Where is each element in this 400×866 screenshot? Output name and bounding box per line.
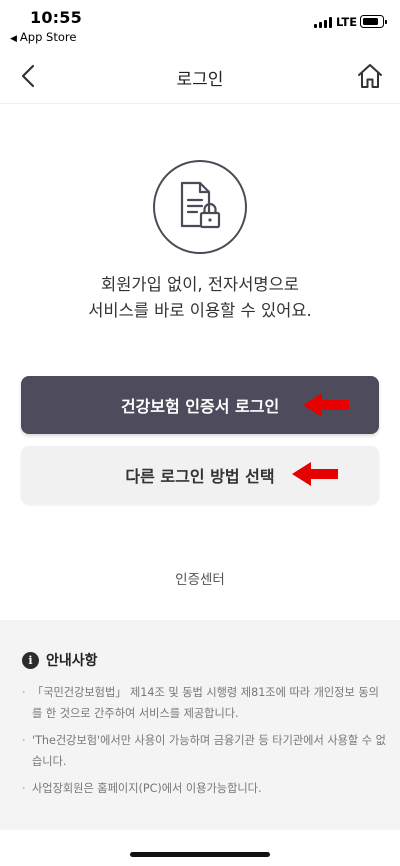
page-title: 로그인 [176, 70, 224, 90]
back-triangle-icon: ◀ [10, 34, 17, 44]
info-icon: i [22, 651, 39, 669]
home-button[interactable] [356, 62, 384, 90]
document-icon [180, 181, 221, 229]
notice-header: i 안내사항 [22, 650, 98, 670]
document-lock-icon [153, 160, 247, 254]
notice-item: 사업장회원은 홈페이지(PC)에서 이용가능합니다. [22, 778, 388, 799]
nav-header: 로그인 [0, 50, 400, 104]
battery-icon [360, 15, 387, 28]
notice-title: 안내사항 [46, 653, 98, 669]
notice-item: 'The건강보험'에서만 사용이 가능하며 금융기관 등 타기관에서 사용할 수… [22, 730, 388, 772]
red-arrow-icon [292, 462, 338, 486]
network-type: LTE [336, 15, 358, 29]
cert-center-link[interactable]: 인증센터 [0, 568, 400, 588]
home-indicator[interactable] [130, 852, 270, 857]
back-app-label: App Store [19, 30, 77, 44]
red-arrow-icon [303, 393, 349, 417]
description-line-2: 서비스를 바로 이용할 수 있어요. [88, 301, 312, 320]
status-bar: 10:55 ◀ App Store LTE [0, 0, 400, 46]
notice-section: i 안내사항 「국민건강보험법」 제14조 및 동법 시행령 제81조에 따라 … [0, 620, 400, 830]
status-time: 10:55 [30, 8, 82, 27]
notice-list: 「국민건강보험법」 제14조 및 동법 시행령 제81조에 따라 개인정보 동의… [22, 682, 388, 805]
back-to-app-store-link[interactable]: ◀ App Store [10, 30, 76, 44]
notice-item: 「국민건강보험법」 제14조 및 동법 시행령 제81조에 따라 개인정보 동의… [22, 682, 388, 724]
login-description: 회원가입 없이, 전자서명으로 서비스를 바로 이용할 수 있어요. [0, 272, 400, 324]
description-line-1: 회원가입 없이, 전자서명으로 [101, 275, 299, 294]
home-icon [358, 64, 382, 88]
signal-icon [314, 17, 334, 28]
